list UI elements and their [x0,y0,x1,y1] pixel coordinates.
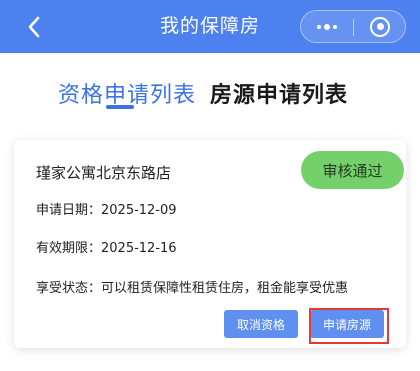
top-navbar: 我的保障房 [0,0,420,53]
chevron-left-icon [28,16,40,38]
status-badge: 审核通过 [301,151,404,189]
back-button[interactable] [16,12,52,42]
apply-housing-button[interactable]: 申请房源 [310,310,384,338]
valid-until: 有效期限：2025-12-16 [36,241,177,256]
more-button[interactable] [301,11,353,42]
target-circle-icon [370,16,390,37]
mini-program-capsule [300,10,406,43]
shop-name: 瑾家公寓北京东路店 [36,164,172,182]
more-dots-icon [317,23,337,30]
close-mini-program-button[interactable] [354,11,406,42]
tab-bar: 资格申请列表 房源申请列表 [0,53,420,115]
tab-housing-list[interactable]: 房源申请列表 [210,77,348,109]
cancel-qualification-button[interactable]: 取消资格 [224,310,298,338]
qualification-card: 瑾家公寓北京东路店 审核通过 申请日期：2025-12-09 有效期限：2025… [14,140,406,348]
enjoy-status: 享受状态：可以租赁保障性租赁住房，租金能享受优惠 [36,281,349,296]
active-tab-indicator [106,105,134,109]
apply-date: 申请日期：2025-12-09 [36,203,177,218]
